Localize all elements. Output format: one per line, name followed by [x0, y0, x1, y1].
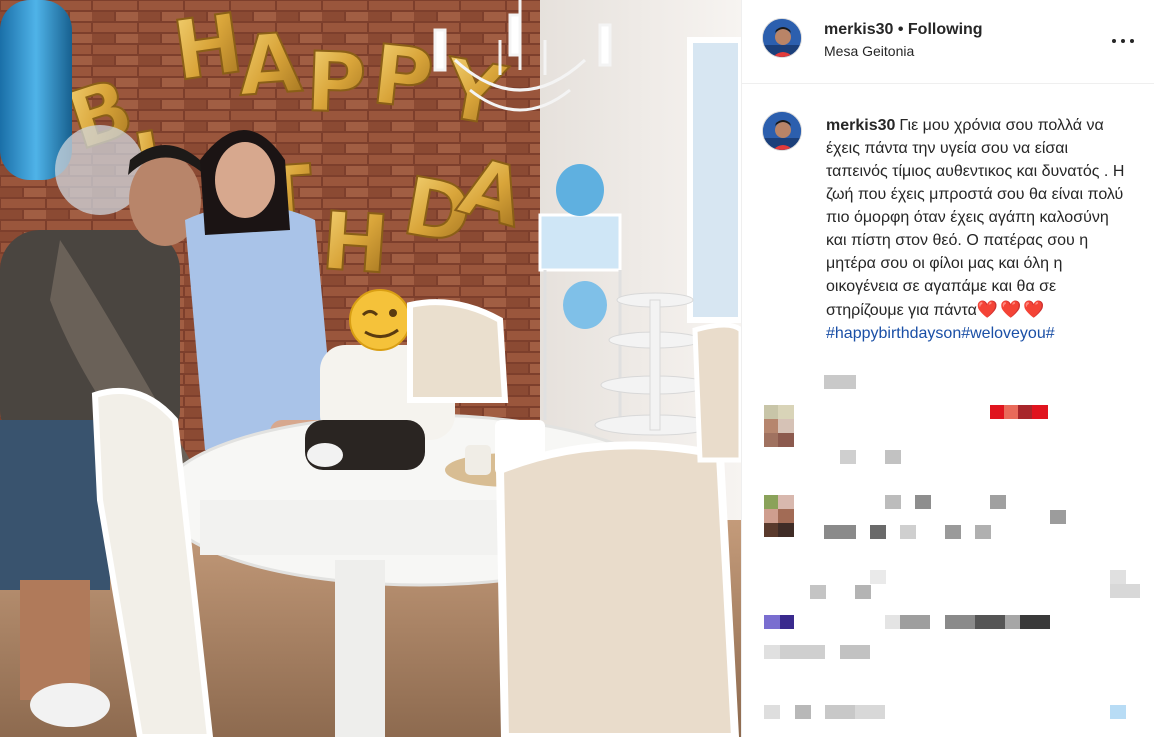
pixel-block [795, 705, 811, 719]
pixel-block [764, 419, 778, 433]
pixel-block [810, 585, 826, 599]
caption-username[interactable]: merkis30 [826, 117, 895, 134]
pixel-block [764, 705, 780, 719]
pixel-block [975, 615, 1005, 629]
pixel-block [870, 570, 886, 584]
pixel-block [778, 405, 794, 419]
pixel-block [1110, 705, 1126, 719]
profile-avatar-icon [763, 19, 801, 57]
svg-text:P: P [304, 35, 367, 132]
pixel-block [840, 645, 870, 659]
pixel-block [855, 705, 885, 719]
pixel-block [990, 495, 1006, 509]
profile-avatar-icon [763, 112, 801, 150]
pixel-block [945, 615, 975, 629]
following-button[interactable]: Following [908, 21, 983, 38]
post-photo[interactable]: H A P P Y B I T H D A [0, 0, 741, 737]
pixel-block [780, 645, 825, 659]
pixel-block [885, 615, 901, 629]
pixel-block [1004, 405, 1018, 419]
post-container: H A P P Y B I T H D A [0, 0, 1154, 737]
caption-body: Γιε μου χρόνια σου πολλά να έχεις πάντα … [826, 117, 1125, 319]
svg-text:A: A [235, 16, 305, 115]
pixel-block [1018, 405, 1032, 419]
pixel-block [764, 495, 778, 509]
pixel-block [1020, 615, 1050, 629]
pixel-block [1032, 405, 1048, 419]
pixel-block [975, 525, 991, 539]
post-header: merkis30 • Following Mesa Geitonia [742, 0, 1154, 84]
pixel-block [885, 495, 901, 509]
pixel-block [778, 495, 794, 509]
post-side-panel: merkis30 • Following Mesa Geitonia merki… [741, 0, 1154, 737]
wink-emoji-face [349, 289, 411, 351]
location-link[interactable]: Mesa Geitonia [824, 43, 914, 59]
pixel-block [764, 405, 778, 419]
caption-avatar[interactable] [762, 111, 802, 151]
header-separator: • [897, 21, 904, 38]
svg-text:H: H [319, 194, 392, 291]
svg-text:P: P [368, 27, 438, 128]
pixel-block [855, 585, 871, 599]
pixel-block [764, 509, 778, 523]
heart-emojis: ❤️❤️❤️ [976, 300, 1047, 319]
pixel-block [885, 450, 901, 464]
header-username[interactable]: merkis30 [824, 21, 893, 38]
pixel-block [990, 405, 1004, 419]
pixel-block [1110, 570, 1126, 584]
pixel-block [1050, 510, 1066, 524]
header-avatar[interactable] [762, 18, 802, 58]
pixel-block [1005, 615, 1021, 629]
window [687, 37, 741, 323]
pixel-block [764, 615, 780, 629]
pixel-block [900, 525, 916, 539]
pixel-block [764, 433, 778, 447]
more-options-icon[interactable] [1112, 30, 1134, 52]
pixel-block [764, 645, 780, 659]
pixel-block [778, 523, 794, 537]
pixel-block [900, 615, 930, 629]
pixel-block [915, 495, 931, 509]
caption-hashtags[interactable]: #happybirthdayson#weloveyou# [826, 325, 1055, 342]
pixel-block [840, 450, 856, 464]
caption-text: merkis30 Γιε μου χρόνια σου πολλά να έχει… [826, 114, 1126, 345]
pixel-block [778, 509, 794, 523]
pixel-block [824, 375, 856, 389]
pixel-block [764, 523, 778, 537]
pixel-block [945, 525, 961, 539]
pixel-block [778, 419, 794, 433]
photo-illustration: H A P P Y B I T H D A [0, 0, 741, 737]
pixel-block [825, 705, 855, 719]
pixel-block [780, 615, 794, 629]
pixel-block [778, 433, 794, 447]
pixel-block [870, 525, 886, 539]
pixel-block [824, 525, 856, 539]
pixel-block [1110, 584, 1140, 598]
